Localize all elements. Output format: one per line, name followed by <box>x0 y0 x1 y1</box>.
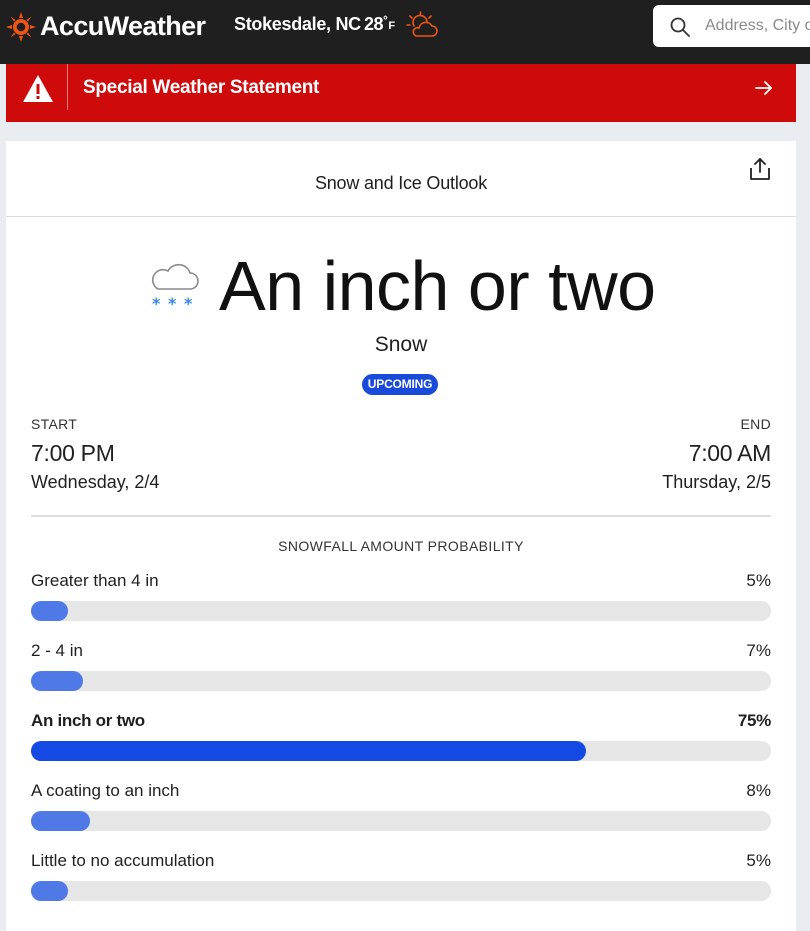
probability-percent: 5% <box>746 851 771 870</box>
end-time: 7:00 AM <box>688 440 772 466</box>
search-icon <box>670 17 690 37</box>
svg-text:*: * <box>152 294 161 311</box>
weather-alert-banner[interactable]: Special Weather Statement <box>6 64 796 122</box>
snow-amount-headline: An inch or two <box>219 247 656 325</box>
warning-triangle-icon <box>23 75 53 102</box>
probability-list: Greater than 4 in 5% 2 - 4 in 7% An inch… <box>31 571 771 921</box>
probability-bar-fill <box>31 671 83 691</box>
probability-percent: 7% <box>746 641 771 660</box>
probability-label: Greater than 4 in <box>31 571 159 590</box>
probability-percent: 8% <box>746 781 771 800</box>
probability-bar-track <box>31 811 771 831</box>
probability-bar-fill <box>31 741 586 761</box>
probability-row: Greater than 4 in 5% <box>31 571 771 641</box>
degree-symbol: ° <box>383 13 388 27</box>
probability-bar-fill <box>31 601 68 621</box>
search-box[interactable] <box>653 5 810 47</box>
probability-title: SNOWFALL AMOUNT PROBABILITY <box>278 538 524 554</box>
alert-title: Special Weather Statement <box>83 77 320 98</box>
status-badge: UPCOMING <box>362 374 438 395</box>
top-bar: AccuWeather Stokesdale, NC 28°F <box>0 0 810 64</box>
card-header: Snow and Ice Outlook <box>6 141 796 217</box>
mostly-clear-night-icon[interactable] <box>404 10 438 42</box>
temperature-value: 28 <box>364 14 384 34</box>
probability-bar-track <box>31 881 771 901</box>
probability-bar-track <box>31 671 771 691</box>
probability-bar-track <box>31 741 771 761</box>
share-icon[interactable] <box>749 157 771 181</box>
probability-bar-fill <box>31 811 91 831</box>
current-temperature[interactable]: 28°F <box>364 13 395 35</box>
sun-logo-icon <box>6 11 36 42</box>
probability-row: A coating to an inch 8% <box>31 781 771 851</box>
end-date: Thursday, 2/5 <box>662 472 771 492</box>
snow-outlook-card: Snow and Ice Outlook * * * An inch or tw… <box>6 141 796 931</box>
svg-text:*: * <box>184 294 193 311</box>
probability-percent: 5% <box>746 571 771 590</box>
probability-bar-track <box>31 601 771 621</box>
start-date: Wednesday, 2/4 <box>31 472 160 492</box>
arrow-right-icon <box>755 81 772 95</box>
probability-label: An inch or two <box>31 711 145 730</box>
probability-row: 2 - 4 in 7% <box>31 641 771 711</box>
temperature-unit: F <box>388 20 395 32</box>
search-input[interactable] <box>705 15 810 37</box>
probability-percent: 75% <box>737 711 771 730</box>
start-label: START <box>31 416 78 432</box>
probability-bar-fill <box>31 881 68 901</box>
alert-divider <box>67 64 68 110</box>
probability-label: Little to no accumulation <box>31 851 215 870</box>
svg-text:*: * <box>168 294 177 311</box>
probability-label: 2 - 4 in <box>31 641 83 660</box>
precipitation-type: Snow <box>374 333 428 356</box>
accuweather-logo[interactable]: AccuWeather <box>6 11 206 42</box>
start-time: 7:00 PM <box>31 440 115 466</box>
current-location[interactable]: Stokesdale, NC <box>234 14 361 35</box>
snow-cloud-icon: * * * <box>151 263 199 311</box>
card-title: Snow and Ice Outlook <box>314 173 488 193</box>
brand-name: AccuWeather <box>40 11 206 41</box>
end-label: END <box>740 416 771 432</box>
probability-label: A coating to an inch <box>31 781 180 800</box>
section-divider <box>31 515 771 517</box>
probability-row: An inch or two 75% <box>31 711 771 781</box>
